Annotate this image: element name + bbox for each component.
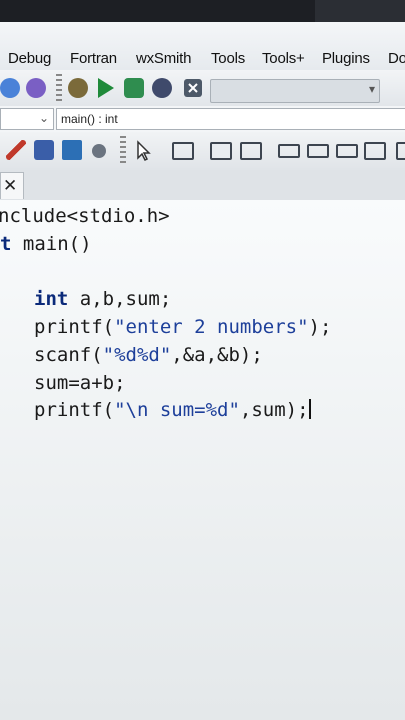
menu-plugins[interactable]: Plugins	[322, 50, 370, 67]
menu-fortran[interactable]: Fortran	[70, 50, 117, 67]
editor-tabs	[0, 170, 405, 201]
close-icon[interactable]: ✕	[3, 173, 17, 199]
replace-icon[interactable]	[34, 140, 54, 160]
screen-top-edge	[0, 0, 405, 22]
menu-debug[interactable]: Debug	[8, 50, 51, 67]
rebuild-icon[interactable]	[152, 78, 172, 98]
zoom-out-icon[interactable]	[26, 78, 46, 98]
file-tab[interactable]: ✕	[0, 172, 24, 199]
build-and-run-icon[interactable]	[124, 78, 144, 98]
pointer-icon[interactable]	[134, 140, 154, 162]
build-gear-icon[interactable]	[68, 78, 88, 98]
toolbar-grip[interactable]	[120, 136, 126, 164]
window-icon[interactable]	[364, 142, 386, 160]
edit-toolbar	[0, 132, 405, 171]
run-play-icon[interactable]	[98, 78, 114, 98]
document-icon[interactable]	[240, 142, 262, 160]
code-line-3: int a,b,sum;	[34, 288, 172, 310]
top-right-dark-area	[315, 0, 405, 22]
menu-tools[interactable]: Tools	[211, 50, 245, 67]
menu-tools-plus[interactable]: Tools+	[262, 50, 305, 67]
build-target-dropdown[interactable]: ▾	[210, 79, 380, 103]
rectangle-icon[interactable]	[172, 142, 194, 160]
chevron-down-icon: ⌄	[38, 111, 49, 125]
menu-wxsmith[interactable]: wxSmith	[136, 50, 191, 67]
zoom-in-icon[interactable]	[0, 78, 20, 98]
layout-icon[interactable]	[336, 144, 358, 158]
code-line-4: printf("enter 2 numbers");	[34, 316, 332, 338]
scope-dropdown[interactable]: ⌄	[0, 108, 54, 130]
code-line-2: t main()	[0, 233, 92, 255]
code-line-1: nclude<stdio.h>	[0, 205, 170, 227]
panel-icon[interactable]	[307, 144, 329, 158]
code-editor[interactable]: nclude<stdio.h> t main() int a,b,sum; pr…	[0, 200, 405, 720]
frame-icon[interactable]	[278, 144, 300, 158]
code-line-5: scanf("%d%d",&a,&b);	[34, 344, 263, 366]
chevron-down-icon: ▾	[368, 82, 375, 96]
menu-bar: Debug Fortran wxSmith Tools Tools+ Plugi…	[0, 22, 405, 70]
mail-icon[interactable]	[210, 142, 232, 160]
highlight-pen-icon[interactable]	[6, 140, 26, 160]
code-line-6: sum=a+b;	[34, 372, 126, 394]
text-cursor	[308, 399, 311, 419]
text-find-icon[interactable]	[62, 140, 82, 160]
code-line-7: printf("\n sum=%d",sum);	[34, 399, 311, 421]
partial-icon[interactable]	[396, 142, 405, 160]
toolbar-grip[interactable]	[56, 74, 62, 102]
abort-icon[interactable]	[184, 79, 202, 97]
function-selector[interactable]: main() : int	[56, 108, 405, 130]
regex-icon[interactable]	[92, 144, 106, 158]
menu-do[interactable]: Do	[388, 50, 405, 67]
